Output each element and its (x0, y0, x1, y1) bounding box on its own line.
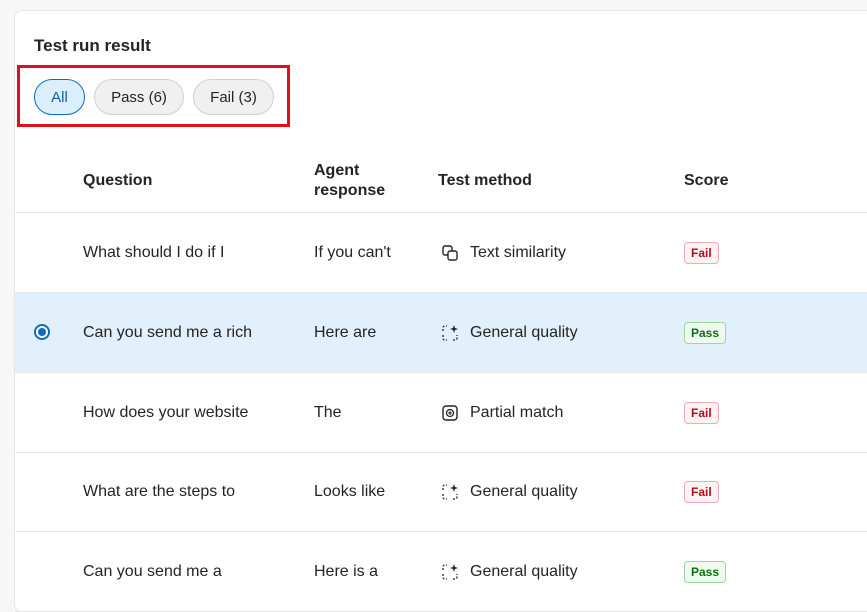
general-quality-icon (440, 482, 460, 502)
table-row[interactable]: What are the steps to Looks like General… (15, 452, 867, 532)
column-header-test-method[interactable]: Test method (438, 150, 532, 212)
method-label: Text similarity (470, 243, 567, 261)
panel-title: Test run result (34, 36, 151, 55)
method-cell: Partial match (440, 373, 563, 452)
column-header-question[interactable]: Question (83, 150, 152, 212)
method-cell: General quality (440, 293, 578, 372)
question-cell: What are the steps to (83, 482, 236, 500)
agent-response-line2: response (314, 182, 386, 199)
agent-response-line1: Agent (314, 162, 360, 179)
table-row-selected[interactable]: Can you send me a rich Here are General … (15, 293, 867, 373)
response-cell: Here are (314, 323, 377, 341)
text-similarity-icon (440, 243, 460, 263)
response-cell: Here is a (314, 562, 379, 580)
general-quality-icon (440, 323, 460, 343)
response-cell: The (314, 403, 342, 421)
score-cell: Pass (684, 293, 727, 372)
score-cell: Fail (684, 452, 719, 531)
status-badge: Fail (684, 480, 719, 503)
method-cell: General quality (440, 452, 578, 531)
method-cell: General quality (440, 532, 578, 611)
question-cell: Can you send me a rich (83, 323, 252, 341)
question-cell: What should I do if I (83, 243, 225, 261)
response-cell: If you can't (314, 243, 391, 261)
table-row[interactable]: Can you send me a Here is a General qual… (15, 532, 867, 612)
column-header-score[interactable]: Score (684, 150, 728, 212)
method-label: Partial match (470, 403, 564, 421)
row-radio-selected[interactable] (34, 324, 50, 340)
score-cell: Fail (684, 373, 719, 452)
column-header-agent-response[interactable]: Agent response (314, 150, 385, 212)
status-badge: Pass (684, 560, 727, 583)
general-quality-icon (440, 562, 460, 582)
method-label: General quality (470, 323, 578, 341)
score-cell: Pass (684, 532, 727, 611)
method-label: General quality (470, 482, 578, 500)
response-cell: Looks like (314, 482, 386, 500)
partial-match-icon (440, 403, 460, 423)
filter-all-button[interactable]: All (34, 79, 85, 115)
table-row[interactable]: What should I do if I If you can't Text … (15, 213, 867, 293)
method-cell: Text similarity (440, 213, 566, 292)
status-badge: Fail (684, 401, 719, 424)
score-cell: Fail (684, 213, 719, 292)
filter-fail-button[interactable]: Fail (3) (193, 79, 274, 115)
method-label: General quality (470, 562, 578, 580)
question-cell: Can you send me a (83, 562, 222, 580)
filter-pass-button[interactable]: Pass (6) (94, 79, 184, 115)
status-badge: Fail (684, 241, 719, 264)
status-badge: Pass (684, 321, 727, 344)
question-cell: How does your website (83, 403, 249, 421)
table-row[interactable]: How does your website The Partial match … (15, 373, 867, 453)
